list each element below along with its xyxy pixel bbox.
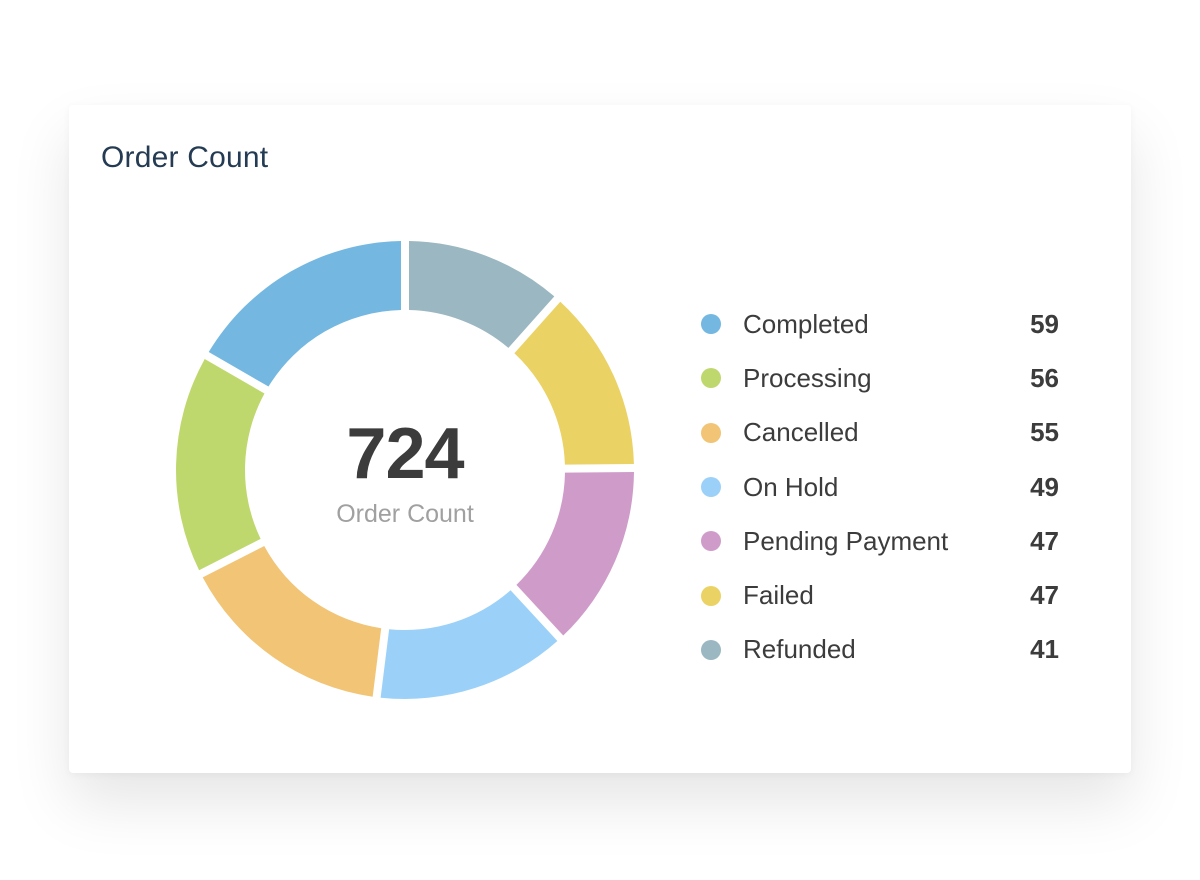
- legend-label: Completed: [743, 308, 869, 339]
- legend-value: 49: [1030, 471, 1059, 502]
- legend-label: On Hold: [743, 471, 839, 502]
- legend-dot-icon: [701, 368, 721, 389]
- order-count-card: Order Count 724 Order Count Completed 59…: [69, 105, 1131, 773]
- legend-label: Pending Payment: [743, 525, 949, 556]
- donut-slice-completed[interactable]: [208, 241, 402, 387]
- legend-value: 47: [1030, 525, 1059, 556]
- donut-slice-on-hold[interactable]: [380, 590, 558, 699]
- legend-label: Failed: [743, 580, 814, 611]
- legend-label: Cancelled: [743, 417, 859, 448]
- donut-slice-pending-payment[interactable]: [516, 471, 634, 636]
- legend-value: 47: [1030, 580, 1059, 611]
- legend-item-refunded[interactable]: Refunded 41: [701, 623, 1061, 677]
- donut-chart: 724 Order Count: [175, 240, 635, 700]
- donut-slice-refunded[interactable]: [408, 241, 555, 348]
- total-value: 724: [346, 414, 464, 494]
- legend-value: 56: [1030, 362, 1059, 393]
- legend-item-processing[interactable]: Processing 56: [701, 351, 1061, 405]
- total-label: Order Count: [336, 500, 474, 528]
- legend-item-cancelled[interactable]: Cancelled 55: [701, 406, 1061, 460]
- chart-legend: Completed 59 Processing 56 Cancelled 55 …: [701, 297, 1061, 677]
- legend-dot-icon: [701, 639, 721, 660]
- legend-item-on-hold[interactable]: On Hold 49: [701, 460, 1061, 514]
- donut-slice-cancelled[interactable]: [202, 546, 382, 697]
- legend-dot-icon: [701, 422, 721, 443]
- legend-dot-icon: [701, 314, 721, 335]
- legend-dot-icon: [701, 531, 721, 552]
- legend-dot-icon: [701, 585, 721, 606]
- legend-value: 55: [1030, 417, 1059, 448]
- legend-item-pending-payment[interactable]: Pending Payment 47: [701, 514, 1061, 568]
- legend-value: 41: [1030, 634, 1059, 665]
- legend-item-failed[interactable]: Failed 47: [701, 568, 1061, 622]
- card-title: Order Count: [101, 141, 269, 174]
- legend-dot-icon: [701, 477, 721, 498]
- legend-label: Processing: [743, 362, 872, 393]
- legend-item-completed[interactable]: Completed 59: [701, 297, 1061, 351]
- legend-value: 59: [1030, 308, 1059, 339]
- legend-label: Refunded: [743, 634, 856, 665]
